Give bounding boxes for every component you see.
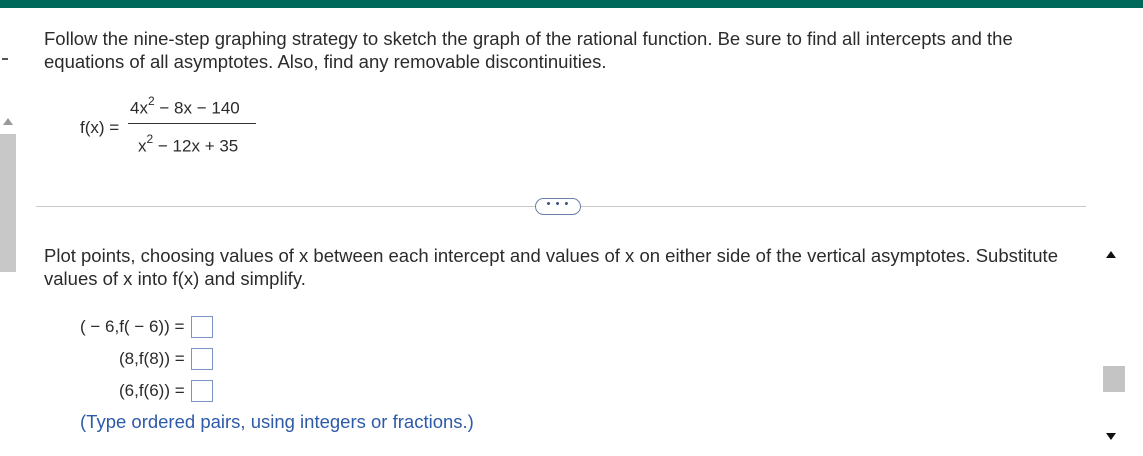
top-accent-bar xyxy=(0,0,1143,8)
fraction-numerator: 4x2 − 8x − 140 xyxy=(130,94,240,119)
numerator-tail: − 8x − 140 xyxy=(154,98,240,118)
denominator-tail: − 12x + 35 xyxy=(153,136,239,156)
numerator-exponent: 2 xyxy=(147,94,155,108)
denominator-lead: x xyxy=(138,136,147,156)
right-scrollbar-thumb[interactable] xyxy=(1103,366,1125,392)
question-text: Follow the nine-step graphing strategy t… xyxy=(44,28,1013,72)
answer-row-neg6: ( − 6,f( − 6)) = xyxy=(80,314,214,338)
denominator-exponent: 2 xyxy=(146,132,154,146)
scroll-up-arrow-icon[interactable] xyxy=(3,118,13,125)
answer-input-box[interactable] xyxy=(191,347,214,370)
left-scrollbar-thumb[interactable] xyxy=(0,134,16,272)
answer-row-8: (8,f(8)) = xyxy=(119,346,214,370)
answer-label: ( − 6,f( − 6)) = xyxy=(80,316,185,336)
answer-input-box[interactable] xyxy=(191,379,214,402)
left-gutter-tick xyxy=(2,58,8,60)
rational-function-formula: f(x) = 4x2 − 8x − 140 x2 − 12x + 35 xyxy=(80,94,280,160)
fraction-bar xyxy=(128,123,256,125)
function-label: f(x) = xyxy=(80,118,120,137)
fraction-denominator: x2 − 12x + 35 xyxy=(138,132,239,157)
answer-input-box[interactable] xyxy=(191,315,214,338)
scroll-up-arrow-icon[interactable] xyxy=(1106,251,1116,258)
answer-format-hint: (Type ordered pairs, using integers or f… xyxy=(80,411,474,432)
instruction-text: Plot points, choosing values of x betwee… xyxy=(44,245,1058,289)
answer-label: (6,f(6)) = xyxy=(119,380,185,400)
numerator-lead: 4x xyxy=(130,98,148,118)
show-more-button[interactable]: • • • xyxy=(535,198,581,215)
scroll-down-arrow-icon[interactable] xyxy=(1106,433,1116,440)
answer-row-6: (6,f(6)) = xyxy=(119,378,214,402)
answer-label: (8,f(8)) = xyxy=(119,348,185,368)
